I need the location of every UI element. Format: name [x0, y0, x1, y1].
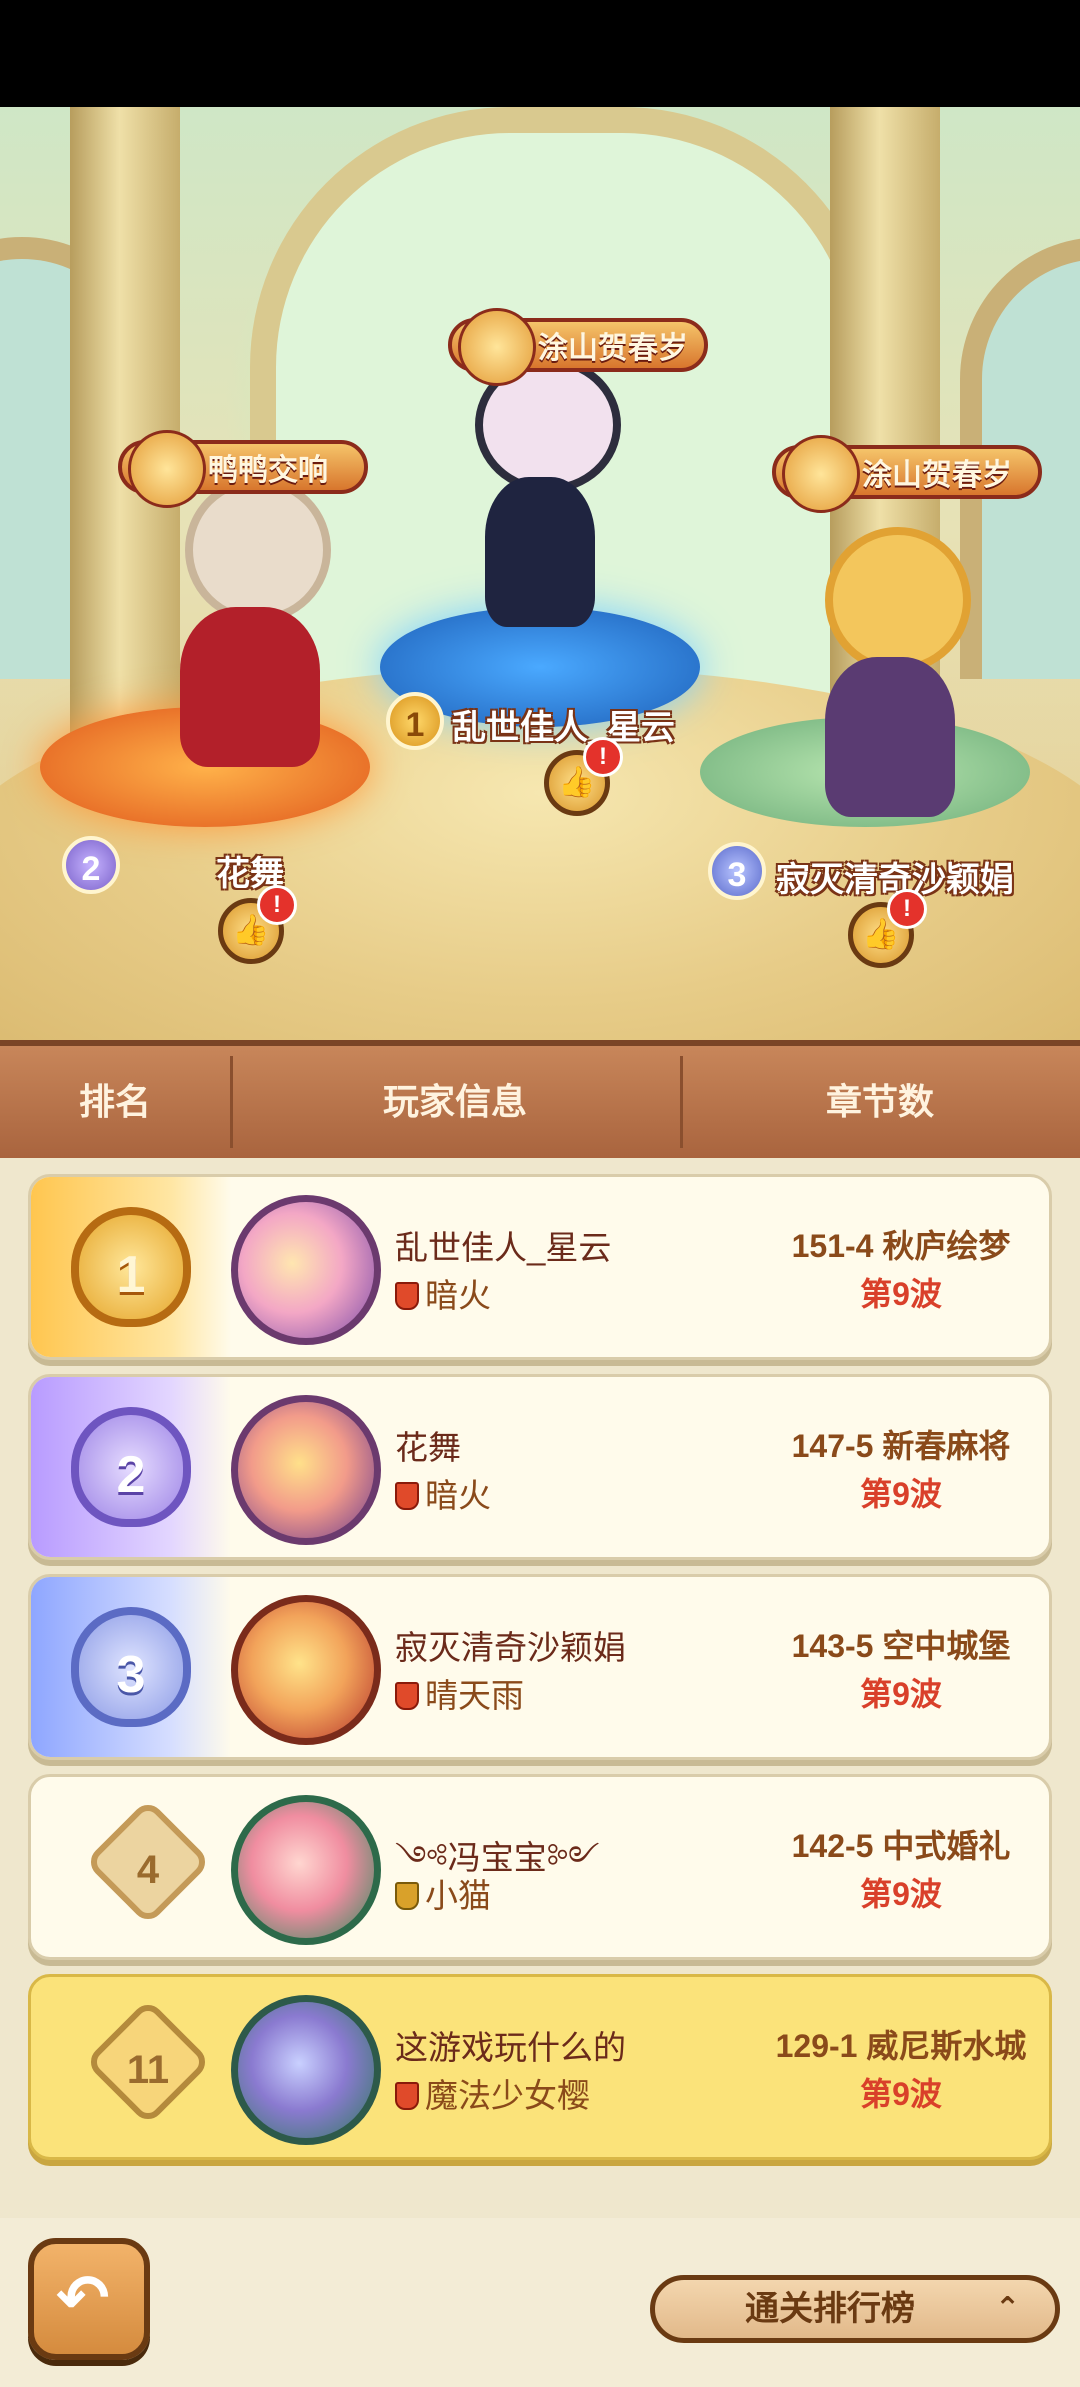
ranking-row[interactable]: 2 花舞 暗火 147-5 新春麻将 第9波	[28, 1374, 1052, 1560]
like-button-first[interactable]: 👍 !	[544, 737, 623, 816]
guild-name: 小猫	[425, 1877, 491, 1914]
bronze-medal-icon: 3	[71, 1607, 191, 1727]
character-third[interactable]	[780, 507, 1000, 837]
guild-name: 暗火	[425, 1277, 491, 1314]
chevron-up-icon: ⌃	[995, 2292, 1021, 2325]
player-name: 寂灭清奇沙颖娟	[395, 1629, 626, 1666]
title-avatar-icon	[128, 430, 206, 508]
title-text: 鸭鸭交响	[208, 454, 328, 487]
back-arrow-icon: ↶	[56, 2262, 110, 2334]
ranking-table-header: 排名 玩家信息 章节数	[0, 1040, 1080, 1158]
avatar[interactable]	[231, 1195, 381, 1345]
alert-badge: !	[257, 885, 297, 925]
podium-rank-badge-first: 1	[386, 692, 444, 750]
title-banner-first: 涂山贺春岁	[448, 308, 708, 386]
guild-label: 晴天雨	[395, 1669, 524, 1717]
header-player-info: 玩家信息	[382, 1081, 527, 1122]
status-bar	[0, 0, 1080, 107]
title-avatar-icon	[782, 435, 860, 513]
title-banner-second: 鸭鸭交响	[118, 430, 368, 508]
guild-label: 暗火	[395, 1269, 491, 1317]
guild-banner-icon	[395, 1482, 419, 1510]
guild-label: 小猫	[395, 1869, 491, 1917]
title-avatar-icon	[458, 308, 536, 386]
podium-name-first: 乱世佳人_星云	[452, 709, 675, 747]
ranking-list[interactable]: 1 乱世佳人_星云 暗火 151-4 秋庐绘梦 第9波 2 花舞 暗火 147-…	[0, 1158, 1080, 2218]
chapter-progress: 151-4 秋庐绘梦	[791, 1228, 1011, 1264]
character-first[interactable]	[430, 337, 650, 637]
avatar[interactable]	[231, 1395, 381, 1545]
chapter-progress: 129-1 威尼斯水城	[775, 2028, 1027, 2064]
leaderboard-switch-button[interactable]: 通关排行榜 ⌃	[650, 2275, 1060, 2343]
chapter-progress: 147-5 新春麻将	[791, 1428, 1011, 1464]
wave-count: 第9波	[860, 1476, 942, 1512]
gold-medal-icon: 1	[71, 1207, 191, 1327]
leaderboard-label: 通关排行榜	[745, 2290, 915, 2328]
wave-count: 第9波	[860, 1276, 942, 1312]
wave-count: 第9波	[860, 1676, 942, 1712]
guild-name: 魔法少女樱	[425, 2077, 590, 2114]
guild-label: 暗火	[395, 1469, 491, 1517]
like-button-third[interactable]: 👍 !	[848, 889, 927, 968]
rank-number: 11	[126, 2048, 170, 2092]
player-name: 乱世佳人_星云	[395, 1229, 612, 1266]
alert-badge: !	[583, 737, 623, 777]
title-text: 涂山贺春岁	[862, 459, 1012, 492]
podium-rank-badge-third: 3	[708, 842, 766, 900]
title-banner-third: 涂山贺春岁	[772, 435, 1042, 513]
avatar[interactable]	[231, 1595, 381, 1745]
player-name: 这游戏玩什么的	[395, 2029, 626, 2066]
guild-name: 暗火	[425, 1477, 491, 1514]
guild-banner-icon	[395, 1882, 419, 1910]
player-name: 花舞	[395, 1429, 461, 1466]
alert-badge: !	[887, 889, 927, 929]
guild-label: 魔法少女樱	[395, 2069, 590, 2117]
back-button[interactable]: ↶	[28, 2238, 150, 2360]
wave-count: 第9波	[860, 2076, 942, 2112]
chapter-progress: 143-5 空中城堡	[791, 1628, 1011, 1664]
guild-banner-icon	[395, 1682, 419, 1710]
avatar[interactable]	[231, 1795, 381, 1945]
rank-number: 4	[136, 1848, 160, 1892]
podium-rank-badge-second: 2	[62, 836, 120, 894]
header-chapter: 章节数	[825, 1081, 934, 1122]
guild-name: 晴天雨	[425, 1677, 524, 1714]
guild-banner-icon	[395, 2082, 419, 2110]
ranking-row[interactable]: 3 寂灭清奇沙颖娟 晴天雨 143-5 空中城堡 第9波	[28, 1574, 1052, 1760]
my-ranking-row[interactable]: 11 这游戏玩什么的 魔法少女樱 129-1 威尼斯水城 第9波	[28, 1974, 1052, 2160]
header-rank: 排名	[78, 1081, 151, 1122]
avatar[interactable]	[231, 1995, 381, 2145]
silver-medal-icon: 2	[71, 1407, 191, 1527]
title-text: 涂山贺春岁	[538, 332, 688, 365]
ranking-row[interactable]: 4 ༺冯宝宝༻ 小猫 142-5 中式婚礼 第9波	[28, 1774, 1052, 1960]
chapter-progress: 142-5 中式婚礼	[791, 1828, 1011, 1864]
guild-banner-icon	[395, 1282, 419, 1310]
ranking-row[interactable]: 1 乱世佳人_星云 暗火 151-4 秋庐绘梦 第9波	[28, 1174, 1052, 1360]
like-button-second[interactable]: 👍 !	[218, 885, 297, 964]
wave-count: 第9波	[860, 1876, 942, 1912]
